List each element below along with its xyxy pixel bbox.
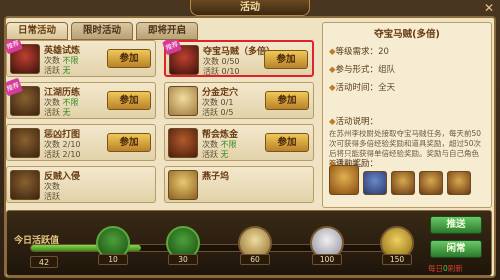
join-button[interactable]: 参加 <box>264 50 308 69</box>
count-value: 不限 <box>220 140 237 149</box>
reward-list <box>329 165 471 195</box>
count-label: 次数 <box>44 98 60 107</box>
rebel-icon <box>10 170 40 200</box>
active-label: 活跃 <box>44 66 60 75</box>
join-button[interactable]: 参加 <box>265 91 309 110</box>
chest-icon <box>168 128 198 158</box>
count-value: 0/50 <box>221 57 240 66</box>
chest-icon[interactable] <box>363 171 387 195</box>
active-label: 活跃 <box>44 108 60 117</box>
push-button[interactable]: 推送 <box>430 216 482 234</box>
join-button[interactable]: 参加 <box>107 91 151 110</box>
count-label: 次数 <box>44 182 60 191</box>
milestone-label: 60 <box>240 254 270 265</box>
count-label: 次数 <box>203 57 219 66</box>
active-label: 活跃 <box>202 108 218 117</box>
tab-upcoming[interactable]: 即将开启 <box>136 22 198 40</box>
activity-progress <box>30 244 400 252</box>
level-value: 20 <box>378 47 389 57</box>
event-card-jianghu[interactable]: 推荐 江湖历练 次数 不限 活跃 无 参加 <box>6 77 156 119</box>
close-icon[interactable]: ✕ <box>480 1 498 17</box>
count-label: 次数 <box>202 140 218 149</box>
event-card-fenjin[interactable]: 分金定穴 次数 0/1 活跃 0/5 参加 <box>164 82 314 119</box>
event-name: 燕子坞 <box>202 172 230 182</box>
active-value: 0/5 <box>220 108 234 117</box>
event-card-yanziwu[interactable]: 燕子坞 <box>164 166 314 203</box>
event-card-rebel-invasion[interactable]: 反贼入侵 次数 活跃 <box>6 166 156 203</box>
desc-label: 活动说明： <box>335 117 379 127</box>
event-card-treasure-bandit[interactable]: 推荐 夺宝马贼（多倍） 次数 0/50 活跃 0/10 参加 <box>162 40 314 77</box>
chest-icon[interactable] <box>391 171 415 195</box>
chest-icon[interactable] <box>419 171 443 195</box>
count-value: 不限 <box>62 56 79 65</box>
active-value: 无 <box>220 150 229 159</box>
join-button[interactable]: 参加 <box>107 49 151 68</box>
milestone-label: 100 <box>312 254 342 265</box>
chest-icon[interactable] <box>447 171 471 195</box>
level-label: 等级需求： <box>335 47 379 57</box>
idle-button[interactable]: 闲常 <box>430 240 482 258</box>
tab-bar: 日常活动 限时活动 即将开启 <box>6 22 198 40</box>
scroll-icon <box>168 86 198 116</box>
tab-limited[interactable]: 限时活动 <box>71 22 133 40</box>
event-card-chengxiong[interactable]: 惩凶打图 次数 2/10 活跃 2/10 参加 <box>6 124 156 161</box>
event-card-hero-trial[interactable]: 推荐 英雄试炼 次数 不限 活跃 无 参加 <box>6 40 156 77</box>
count-label: 次数 <box>44 56 60 65</box>
count-value: 不限 <box>62 98 79 107</box>
join-button[interactable]: 参加 <box>265 133 309 152</box>
milestone-label: 10 <box>98 254 128 265</box>
book-icon[interactable] <box>329 165 359 195</box>
window-title: 活动 <box>190 0 310 16</box>
form-value: 组队 <box>378 65 396 75</box>
count-label: 次数 <box>44 140 60 149</box>
active-label: 活跃 <box>44 192 60 201</box>
chengxiong-icon <box>10 128 40 158</box>
detail-title: 夺宝马贼(多倍) <box>374 29 440 40</box>
milestone-label: 30 <box>168 254 198 265</box>
active-value: 无 <box>62 66 71 75</box>
join-button[interactable]: 参加 <box>107 133 151 152</box>
tab-daily[interactable]: 日常活动 <box>6 22 68 40</box>
count-label: 次数 <box>202 98 218 107</box>
activity-value: 42 <box>30 256 58 268</box>
time-label: 活动时间： <box>335 83 379 93</box>
time-value: 全天 <box>378 83 396 93</box>
active-label: 活跃 <box>203 67 219 76</box>
count-value: 0/1 <box>220 98 234 107</box>
event-card-guild-alchemy[interactable]: 帮会炼金 次数 不限 活跃 无 参加 <box>164 124 314 161</box>
milestone-label: 150 <box>382 254 412 265</box>
event-detail-panel: 夺宝马贼(多倍) ◆等级需求：20 ◆参与形式：组队 ◆活动时间：全天 ◆活动说… <box>322 22 492 208</box>
active-label: 活跃 <box>202 150 218 159</box>
active-value: 2/10 <box>62 150 81 159</box>
active-value: 0/10 <box>221 67 240 76</box>
form-label: 参与形式： <box>335 65 379 75</box>
event-list: 推荐 英雄试炼 次数 不限 活跃 无 参加 推荐 夺宝马贼（多倍） 次数 0/5… <box>6 40 316 208</box>
refresh-note: 每日0刷新 <box>428 264 463 273</box>
active-value: 无 <box>62 108 71 117</box>
count-value: 2/10 <box>62 140 81 149</box>
yanziwu-icon <box>168 170 198 200</box>
active-label: 活跃 <box>44 150 60 159</box>
